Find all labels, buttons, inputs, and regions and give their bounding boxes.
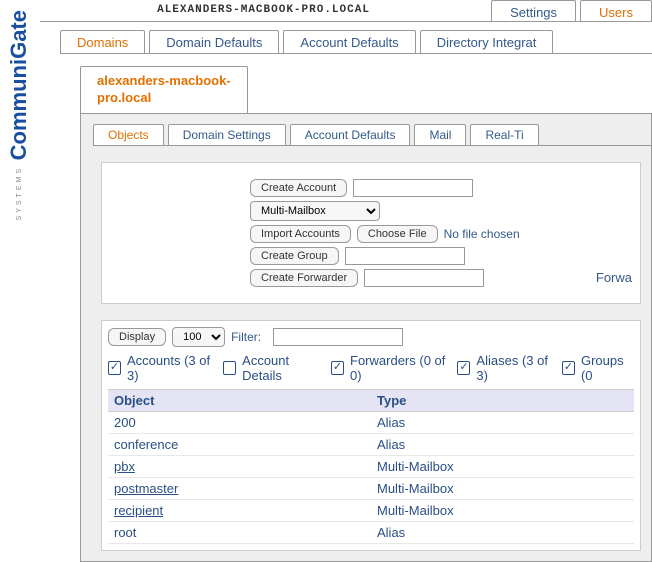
table-row[interactable]: pbxMulti-Mailbox (108, 455, 634, 477)
objects-panel: Display 100 Filter: Accounts (3 of 3) Ac… (101, 320, 641, 551)
mailbox-type-select[interactable]: Multi-Mailbox (250, 201, 380, 221)
object-cell[interactable]: root (108, 521, 371, 543)
import-accounts-button[interactable]: Import Accounts (250, 225, 351, 243)
app-logo: CommuniGate SYSTEMS (4, 0, 34, 180)
filter-label: Filter: (231, 330, 261, 344)
create-account-button[interactable]: Create Account (250, 179, 347, 197)
table-row[interactable]: conferenceAlias (108, 433, 634, 455)
top-tab-users[interactable]: Users (580, 0, 652, 21)
object-cell[interactable]: pbx (108, 455, 371, 477)
top-tab-settings[interactable]: Settings (491, 0, 576, 21)
display-count-select[interactable]: 100 (172, 327, 225, 347)
sub-tab-mail[interactable]: Mail (414, 124, 466, 145)
main-tabs: Domains Domain Defaults Account Defaults… (60, 30, 652, 54)
choose-file-button[interactable]: Choose File (357, 225, 438, 243)
label-account-details: Account Details (242, 353, 325, 383)
tab-domains[interactable]: Domains (60, 30, 145, 53)
subpanel: Objects Domain Settings Account Defaults… (80, 113, 652, 562)
tab-account-defaults[interactable]: Account Defaults (283, 30, 415, 53)
table-row[interactable]: 200Alias (108, 411, 634, 433)
create-panel: Create Account Multi-Mailbox Import Acco… (101, 162, 641, 304)
label-aliases: Aliases (3 of 3) (476, 353, 556, 383)
checkbox-forwarders[interactable] (331, 361, 344, 375)
type-cell: Multi-Mailbox (371, 499, 634, 521)
sub-tab-realtime[interactable]: Real-Ti (470, 124, 538, 145)
type-cell: Alias (371, 521, 634, 543)
checkbox-account-details[interactable] (223, 361, 236, 375)
object-cell[interactable]: conference (108, 433, 371, 455)
label-accounts: Accounts (3 of 3) (127, 353, 217, 383)
create-account-input[interactable] (353, 179, 473, 197)
type-cell: Alias (371, 411, 634, 433)
create-forwarder-input[interactable] (364, 269, 484, 287)
domain-tab[interactable]: alexanders-macbook- pro.local (80, 66, 248, 113)
sub-tab-account-defaults[interactable]: Account Defaults (290, 124, 411, 145)
checkbox-aliases[interactable] (457, 361, 470, 375)
label-forwarders: Forwarders (0 of 0) (350, 353, 451, 383)
create-group-input[interactable] (345, 247, 465, 265)
topbar: ALEXANDERS-MACBOOK-PRO.LOCAL Settings Us… (40, 0, 652, 22)
label-groups: Groups (0 (581, 353, 634, 383)
sub-tab-objects[interactable]: Objects (93, 124, 164, 145)
no-file-label: No file chosen (444, 227, 520, 241)
type-cell: Multi-Mailbox (371, 455, 634, 477)
object-cell[interactable]: 200 (108, 411, 371, 433)
tab-domain-defaults[interactable]: Domain Defaults (149, 30, 279, 53)
sub-tabs: Objects Domain Settings Account Defaults… (93, 124, 651, 146)
create-forwarder-button[interactable]: Create Forwarder (250, 269, 358, 287)
table-row[interactable]: rootAlias (108, 521, 634, 543)
filter-input[interactable] (273, 328, 403, 346)
create-group-button[interactable]: Create Group (250, 247, 339, 265)
tab-directory-integration[interactable]: Directory Integrat (420, 30, 554, 53)
objects-table: Object Type 200AliasconferenceAliaspbxMu… (108, 389, 634, 544)
table-row[interactable]: postmasterMulti-Mailbox (108, 477, 634, 499)
table-row[interactable]: recipientMulti-Mailbox (108, 499, 634, 521)
type-cell: Alias (371, 433, 634, 455)
col-object[interactable]: Object (108, 389, 371, 411)
object-cell[interactable]: recipient (108, 499, 371, 521)
checkbox-groups[interactable] (562, 361, 575, 375)
col-type[interactable]: Type (371, 389, 634, 411)
checkbox-accounts[interactable] (108, 361, 121, 375)
topbar-domain: ALEXANDERS-MACBOOK-PRO.LOCAL (40, 0, 487, 21)
type-cell: Multi-Mailbox (371, 477, 634, 499)
sub-tab-domain-settings[interactable]: Domain Settings (168, 124, 286, 145)
object-cell[interactable]: postmaster (108, 477, 371, 499)
forwarder-link[interactable]: Forwa (596, 270, 632, 285)
logo-main: CommuniGate (6, 10, 32, 160)
display-button[interactable]: Display (108, 328, 166, 346)
logo-sub: SYSTEMS (16, 166, 23, 220)
